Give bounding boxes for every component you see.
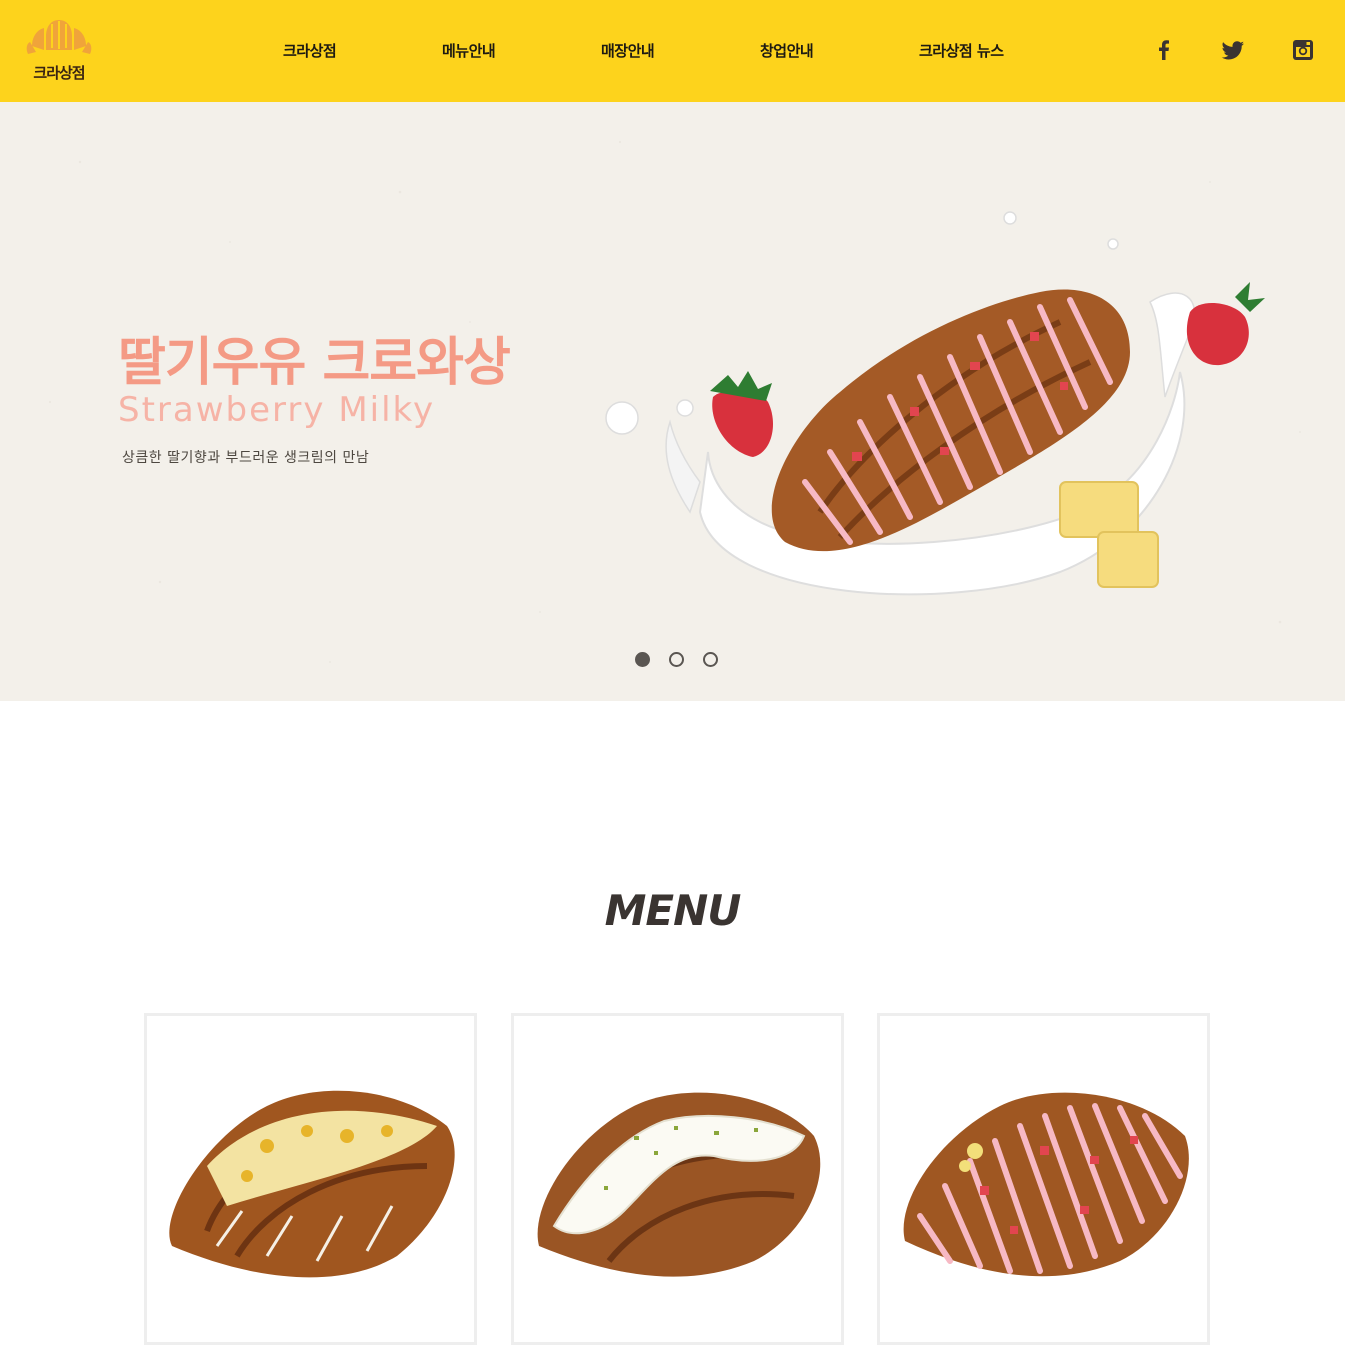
hero-subtitle: Strawberry Milky — [118, 390, 436, 430]
menu-section-title: MENU — [604, 886, 742, 935]
slider-dot-1[interactable] — [635, 652, 650, 667]
nav-item-about[interactable]: 크라상점 — [283, 40, 337, 61]
cream-croissant-image — [537, 1092, 821, 1277]
strawberry-milky-croissant-image — [903, 1092, 1189, 1277]
slider-dot-2[interactable] — [669, 652, 684, 667]
strawberry-left — [710, 371, 773, 457]
hero-description: 상큼한 딸기향과 부드러운 생크림의 만남 — [122, 450, 370, 466]
cheese-croissant-image — [169, 1090, 455, 1278]
facebook-icon[interactable] — [1152, 38, 1176, 62]
menu-card-cheese-croissant[interactable] — [144, 1013, 477, 1345]
strawberry-croissant-image — [605, 211, 1265, 596]
nav-item-franchise[interactable]: 창업안내 — [760, 40, 814, 61]
hero-banner: 딸기우유 크로와상 Strawberry Milky 상큼한 딸기향과 부드러운… — [0, 102, 1345, 701]
menu-card-cream-croissant[interactable] — [511, 1013, 844, 1345]
menu-card-strawberry-croissant[interactable] — [877, 1013, 1210, 1345]
slider-dot-3[interactable] — [703, 652, 718, 667]
slider-dots — [0, 652, 1345, 670]
strawberry-right — [1186, 282, 1265, 366]
instagram-icon[interactable] — [1291, 38, 1315, 62]
nav-item-news[interactable]: 크라상점 뉴스 — [919, 40, 1004, 61]
site-header: 크라상점 크라상점 메뉴안내 매장안내 창업안내 크라상점 뉴스 — [0, 0, 1345, 102]
hero-title: 딸기우유 크로와상 — [118, 333, 511, 393]
main-nav: 크라상점 메뉴안내 매장안내 창업안내 크라상점 뉴스 — [0, 40, 1345, 64]
logo-text: 크라상점 — [33, 64, 85, 82]
nav-item-menu[interactable]: 메뉴안내 — [442, 40, 496, 61]
twitter-icon[interactable] — [1221, 38, 1245, 62]
nav-item-stores[interactable]: 매장안내 — [601, 40, 655, 61]
